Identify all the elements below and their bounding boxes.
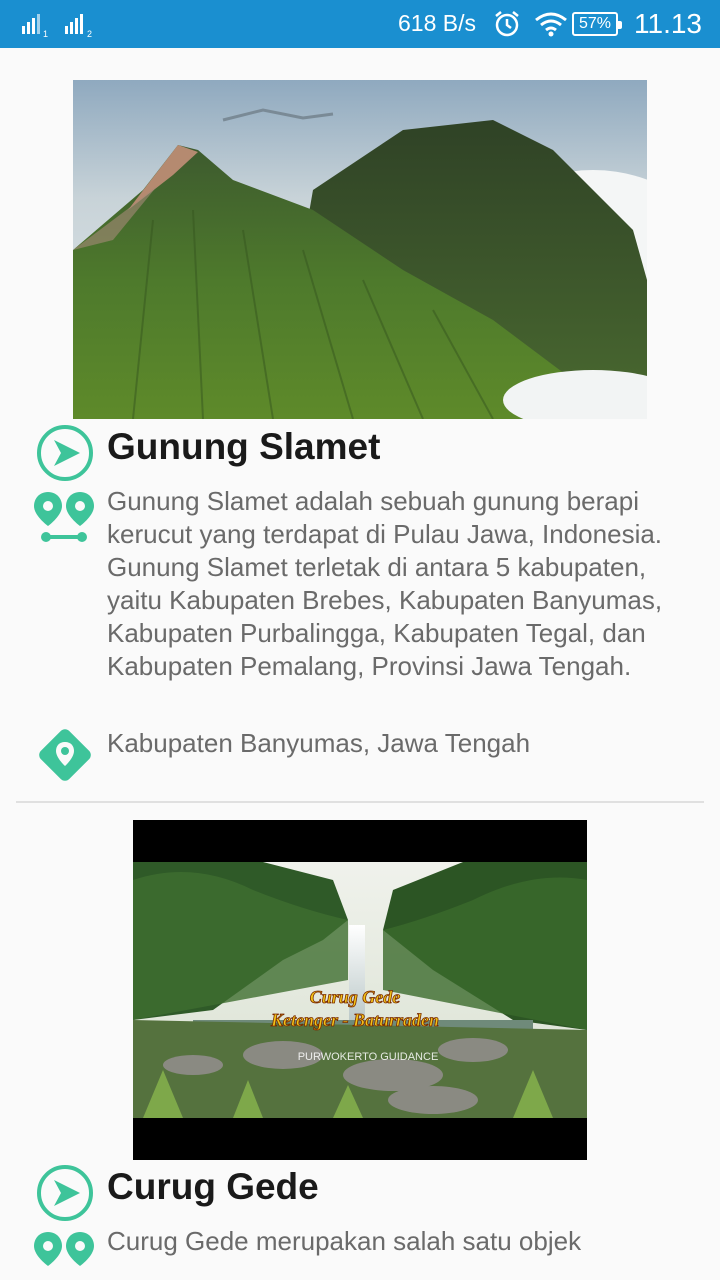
route-icon [34,1232,94,1266]
alarm-icon [495,11,519,37]
divider [16,801,704,803]
curug-gede-photo[interactable]: Curug Gede Ketenger - Baturraden PURWOKE… [133,820,587,1160]
signal-icon: 1 [22,14,48,38]
location-pin-icon [39,729,91,781]
network-speed: 618 B/s [398,10,476,36]
wifi-icon [535,12,567,37]
place-description: Gunung Slamet adalah sebuah gunung berap… [107,486,663,681]
signal-icon: 2 [65,14,92,38]
navigate-icon[interactable] [36,424,94,482]
gunung-slamet-photo[interactable] [73,80,647,419]
clock: 11.13 [634,8,702,39]
place-location: Kabupaten Banyumas, Jawa Tengah [107,728,531,758]
svg-text:1: 1 [43,29,48,38]
battery-icon: 57% [572,12,622,36]
place-description: Curug Gede merupakan salah satu objek [107,1226,582,1256]
place-title: Gunung Slamet [107,426,381,467]
image-watermark: PURWOKERTO GUIDANCE [298,1051,439,1063]
image-caption: Ketenger - Baturraden [270,1010,439,1030]
navigate-icon[interactable] [36,1164,94,1222]
status-bar: 1 2 618 B/s 57% 11.13 [0,0,720,48]
svg-text:2: 2 [87,29,92,38]
place-title: Curug Gede [107,1166,319,1207]
route-icon [34,492,94,542]
image-caption: Curug Gede [310,987,401,1007]
